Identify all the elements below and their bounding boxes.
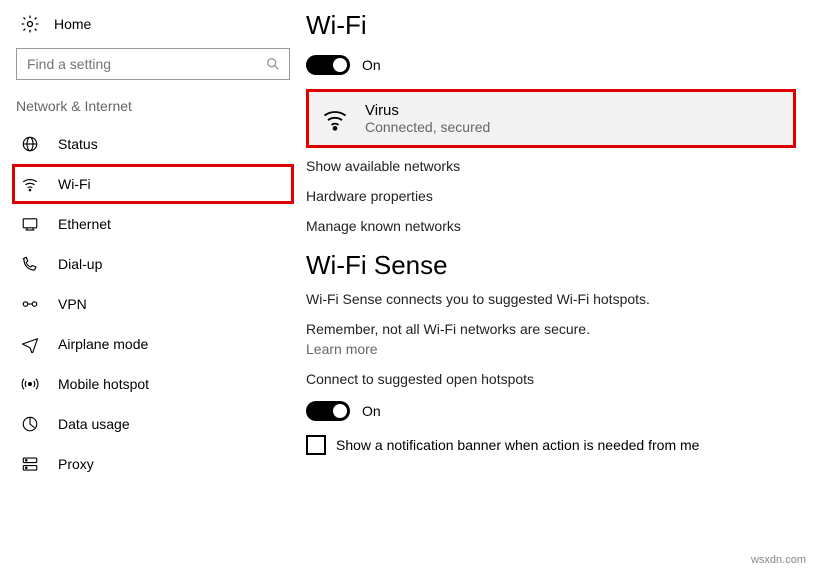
notify-checkbox[interactable]: [306, 435, 326, 455]
notify-checkbox-label: Show a notification banner when action i…: [336, 437, 699, 453]
connect-suggested-label: Connect to suggested open hotspots: [306, 371, 806, 387]
hardware-properties-link[interactable]: Hardware properties: [306, 188, 806, 204]
phone-icon: [20, 254, 40, 274]
sidebar-item-wifi[interactable]: Wi-Fi: [12, 164, 294, 204]
sidebar-item-proxy[interactable]: Proxy: [12, 444, 294, 484]
proxy-icon: [20, 454, 40, 474]
search-input[interactable]: [25, 55, 265, 73]
wifi-signal-icon: [321, 105, 349, 133]
gear-icon: [20, 14, 40, 34]
sidebar-item-label: Airplane mode: [58, 336, 148, 352]
sidebar-item-label: Mobile hotspot: [58, 376, 149, 392]
search-input-wrap[interactable]: [16, 48, 290, 80]
airplane-icon: [20, 334, 40, 354]
hotspot-icon: [20, 374, 40, 394]
connect-suggested-toggle-row: On: [306, 401, 806, 421]
sidebar-item-label: VPN: [58, 296, 87, 312]
ethernet-icon: [20, 214, 40, 234]
network-name: Virus: [365, 102, 490, 119]
sidebar-item-dialup[interactable]: Dial-up: [12, 244, 294, 284]
wifi-sense-warning: Remember, not all Wi-Fi networks are sec…: [306, 321, 806, 337]
current-network-card[interactable]: Virus Connected, secured: [306, 89, 796, 148]
globe-icon: [20, 134, 40, 154]
learn-more-link[interactable]: Learn more: [306, 341, 806, 357]
sidebar-item-label: Status: [58, 136, 98, 152]
sidebar-item-label: Dial-up: [58, 256, 102, 272]
sidebar-item-label: Wi-Fi: [58, 176, 91, 192]
data-usage-icon: [20, 414, 40, 434]
sidebar-item-vpn[interactable]: VPN: [12, 284, 294, 324]
wifi-sense-desc: Wi-Fi Sense connects you to suggested Wi…: [306, 291, 806, 307]
sidebar-category: Network & Internet: [12, 94, 294, 124]
vpn-icon: [20, 294, 40, 314]
page-title: Wi-Fi: [306, 10, 806, 41]
connect-suggested-toggle[interactable]: [306, 401, 350, 421]
wifi-icon: [20, 174, 40, 194]
manage-known-networks-link[interactable]: Manage known networks: [306, 218, 806, 234]
notify-checkbox-row: Show a notification banner when action i…: [306, 435, 806, 455]
sidebar-item-label: Ethernet: [58, 216, 111, 232]
watermark: wsxdn.com: [751, 554, 806, 566]
wifi-toggle-label: On: [362, 57, 381, 73]
wifi-toggle[interactable]: [306, 55, 350, 75]
wifi-sense-heading: Wi-Fi Sense: [306, 250, 806, 281]
sidebar-item-airplane[interactable]: Airplane mode: [12, 324, 294, 364]
wifi-toggle-row: On: [306, 55, 806, 75]
sidebar-item-ethernet[interactable]: Ethernet: [12, 204, 294, 244]
sidebar-item-label: Data usage: [58, 416, 130, 432]
home-label: Home: [54, 16, 91, 32]
connect-suggested-toggle-label: On: [362, 403, 381, 419]
network-status: Connected, secured: [365, 119, 490, 135]
sidebar-item-label: Proxy: [58, 456, 94, 472]
sidebar-item-hotspot[interactable]: Mobile hotspot: [12, 364, 294, 404]
show-available-networks-link[interactable]: Show available networks: [306, 158, 806, 174]
sidebar-item-status[interactable]: Status: [12, 124, 294, 164]
sidebar-item-datausage[interactable]: Data usage: [12, 404, 294, 444]
main-content: Wi-Fi On Virus Connected, secured Show a…: [306, 0, 814, 570]
sidebar: Home Network & Internet Status Wi-Fi: [0, 0, 306, 570]
search-icon: [265, 56, 281, 72]
sidebar-item-home[interactable]: Home: [12, 8, 294, 40]
